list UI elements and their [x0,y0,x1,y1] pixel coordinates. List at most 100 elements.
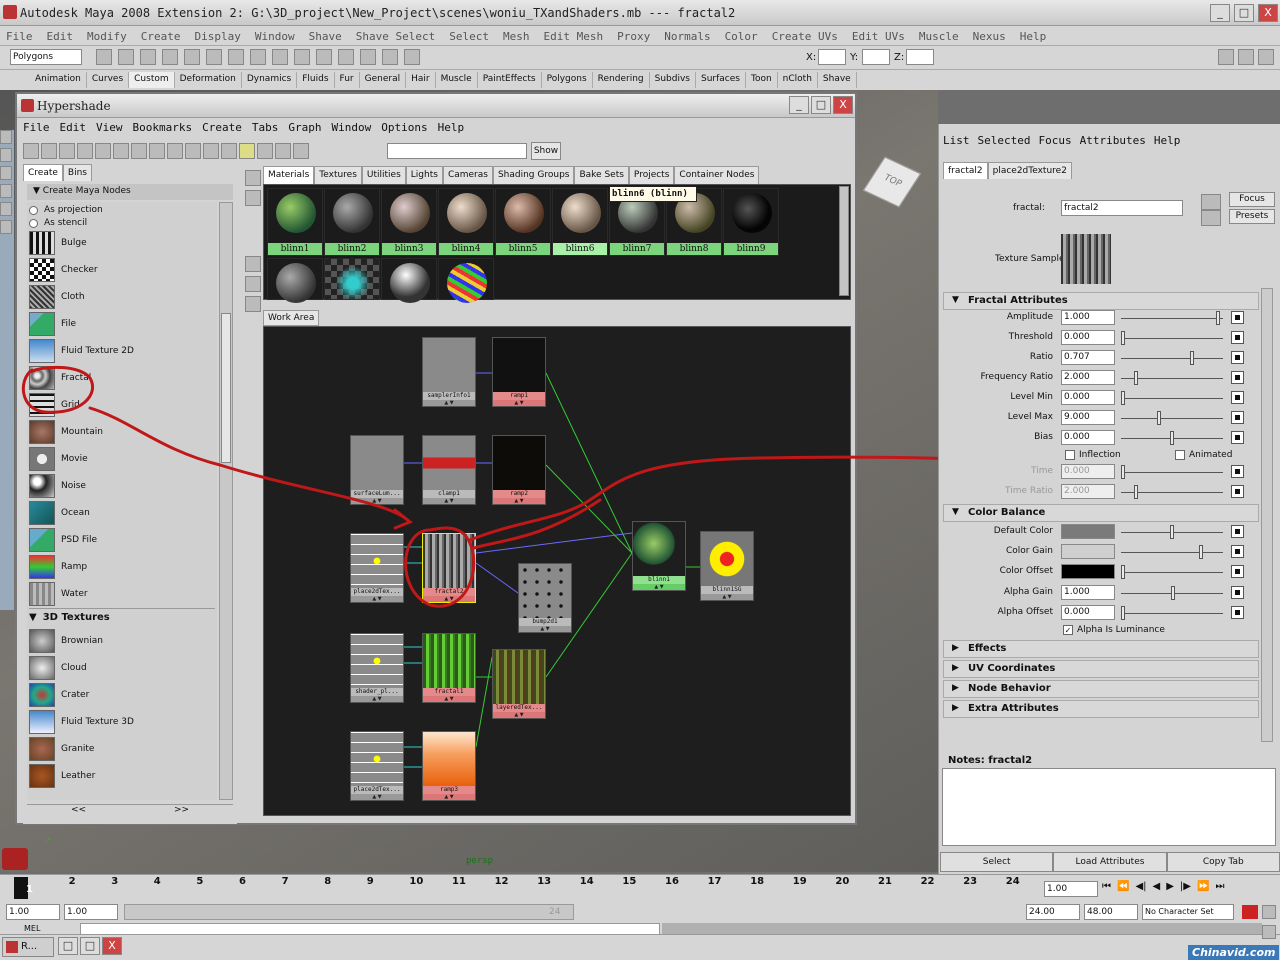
input-connections-icon[interactable] [185,143,201,159]
menu-file[interactable]: File [6,30,33,43]
ramp-shader-swatch[interactable] [438,258,494,303]
attr-field[interactable]: 0.707 [1061,350,1115,365]
menu-proxy[interactable]: Proxy [617,30,650,43]
list-item-checker[interactable]: Checker [29,257,98,283]
attr-slider[interactable] [1121,358,1223,359]
attr-slider[interactable] [1121,398,1223,399]
attr-slider-knob[interactable] [1157,411,1162,425]
swatch-medium-icon[interactable] [257,143,273,159]
range-start-field[interactable]: 1.00 [6,904,60,920]
node-fractal1[interactable]: fractal1 ▲ ▼ [422,633,476,703]
save-scene-icon[interactable] [140,49,156,65]
render-settings-icon[interactable] [404,49,420,65]
node-layered-texture[interactable]: layeredTex... ▲ ▼ [492,649,546,719]
menu-create-uvs[interactable]: Create UVs [772,30,838,43]
shelf-tab-shave[interactable]: Shave [818,72,857,88]
render-icon[interactable] [360,49,376,65]
clear-graph-icon[interactable] [131,143,147,159]
side-tool-3-icon[interactable] [245,256,261,272]
move-tool-icon[interactable] [0,184,12,198]
graph-materials-icon[interactable] [167,143,183,159]
shelf-tab-animation[interactable]: Animation [30,72,87,88]
taskbar-close-button[interactable]: X [102,937,122,955]
shelf-tab-curves[interactable]: Curves [87,72,130,88]
tab-work-area[interactable]: Work Area [263,310,320,326]
lock-icon[interactable] [338,49,354,65]
tab-bins[interactable]: Bins [62,164,92,181]
go-to-start-icon[interactable]: ⏮ [1102,881,1111,892]
create-panel-scrollbar[interactable] [219,202,233,800]
shelf-tab-custom[interactable]: Custom [129,72,175,88]
current-frame-field[interactable]: 1.00 [1044,881,1098,897]
list-item-noise[interactable]: Noise [29,473,86,499]
menu-shave-select[interactable]: Shave Select [356,30,435,43]
tab-create[interactable]: Create [23,164,63,181]
toggle-create-bar-icon[interactable] [23,143,39,159]
shelf-tab-dynamics[interactable]: Dynamics [242,72,298,88]
menu-edit-uvs[interactable]: Edit UVs [852,30,905,43]
rotate-tool-icon[interactable] [0,202,12,216]
side-tool-2-icon[interactable] [245,190,261,206]
node-behavior-section[interactable]: Node Behavior [943,680,1259,698]
notes-textarea[interactable] [942,768,1276,846]
taskbar-max-button[interactable]: □ [80,937,100,955]
hs-menu-tabs[interactable]: Tabs [252,121,279,135]
hs-menu-file[interactable]: File [23,121,50,135]
attr-slider[interactable] [1121,552,1223,553]
select-object-icon[interactable] [184,49,200,65]
attr-slider[interactable] [1121,572,1223,573]
taskbar-restore-button[interactable]: □ [58,937,78,955]
step-back-key-icon[interactable]: ⏪ [1117,881,1129,892]
side-tool-4-icon[interactable] [245,276,261,292]
map-button-icon[interactable] [1231,565,1244,578]
tool-settings-icon[interactable] [1258,49,1274,65]
list-item-brownian[interactable]: Brownian [29,628,103,654]
shelf-tab-ncloth[interactable]: nCloth [778,72,818,88]
character-set-select[interactable]: No Character Set [1142,904,1234,920]
shelf-tab-surfaces[interactable]: Surfaces [696,72,746,88]
map-button-icon[interactable] [1231,586,1244,599]
node-fractal2[interactable]: fractal2 ▲ ▼ [422,533,476,603]
go-to-end-icon[interactable]: ⏭ [1215,881,1224,892]
close-button[interactable]: X [1258,4,1278,22]
hs-minimize-button[interactable]: _ [789,96,809,114]
focus-button[interactable]: Focus [1229,192,1275,207]
nav-prev-button[interactable]: << [71,805,86,820]
hs-menu-edit[interactable]: Edit [60,121,87,135]
tab-lights[interactable]: Lights [405,166,443,184]
next-graph-icon[interactable] [113,143,129,159]
attr-slider-knob[interactable] [1121,565,1125,579]
material-swatch[interactable]: blinn3 [381,188,437,256]
map-button-icon[interactable] [1231,545,1244,558]
hs-close-button[interactable]: X [833,96,853,114]
tab-shading-groups[interactable]: Shading Groups [492,166,575,184]
radio-as-projection[interactable]: As projection [29,204,103,216]
nav-next-button[interactable]: >> [174,805,189,820]
list-item-ocean[interactable]: Ocean [29,500,90,526]
menu-shave[interactable]: Shave [309,30,342,43]
side-tool-1-icon[interactable] [245,170,261,186]
shelf-tab-toon[interactable]: Toon [746,72,778,88]
tab-place2dtexture2[interactable]: place2dTexture2 [987,162,1072,179]
step-forward-key-icon[interactable]: ⏩ [1197,881,1209,892]
node-ramp3[interactable]: ramp3 ▲ ▼ [422,731,476,801]
map-button-icon[interactable] [1231,371,1244,384]
rearrange-graph-icon[interactable] [149,143,165,159]
snap-point-icon[interactable] [272,49,288,65]
hs-menu-options[interactable]: Options [381,121,427,135]
menu-normals[interactable]: Normals [664,30,710,43]
color-balance-section[interactable]: Color Balance [943,504,1259,522]
hs-menu-view[interactable]: View [96,121,123,135]
swatch-list-icon[interactable] [293,143,309,159]
ae-menu-focus[interactable]: Focus [1038,134,1071,152]
help-icon[interactable] [316,49,332,65]
top-tabs-only-icon[interactable] [41,143,57,159]
list-item-movie[interactable]: Movie [29,446,88,472]
node-ramp2[interactable]: ramp2 ▲ ▼ [492,435,546,505]
swatch-large-icon[interactable] [275,143,291,159]
attr-field[interactable]: 9.000 [1061,410,1115,425]
input-output-icon[interactable] [203,143,219,159]
scrollbar-thumb[interactable] [221,313,231,463]
menu-help[interactable]: Help [1020,30,1047,43]
color-swatch[interactable] [1061,544,1115,559]
